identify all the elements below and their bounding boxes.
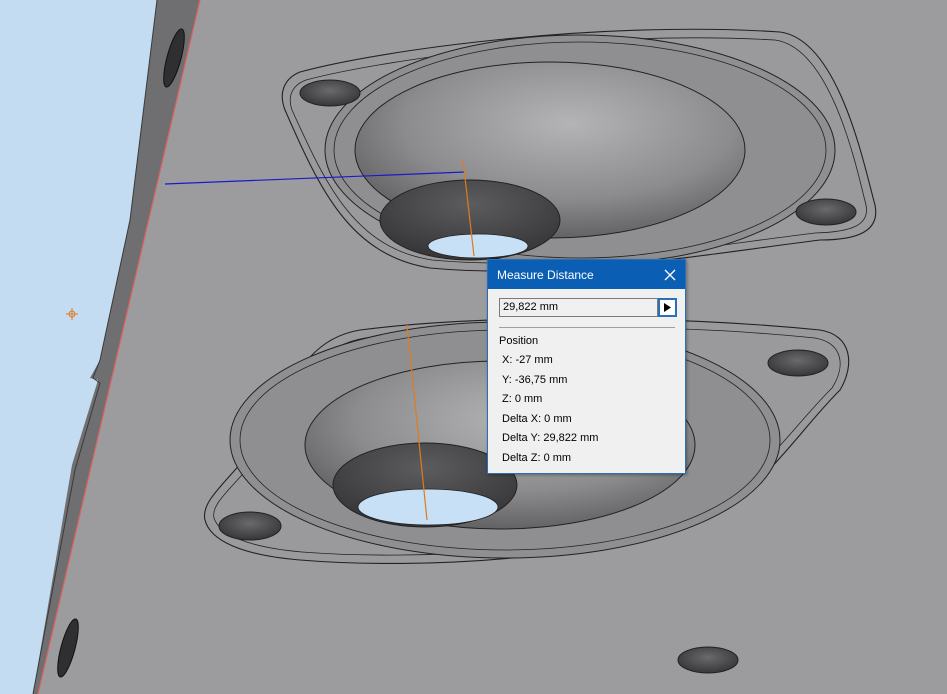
position-x: X: -27 mm (502, 354, 553, 366)
position-y: Y: -36,75 mm (502, 373, 568, 386)
close-icon (664, 269, 676, 280)
face-hole-bottom (677, 646, 739, 674)
model-canvas[interactable] (0, 0, 947, 694)
position-z: Z: 0 mm (502, 393, 543, 406)
position-section-label: Position (499, 335, 539, 347)
delta-z: Delta Z: 0 mm (502, 451, 572, 464)
delta-y: Delta Y: 29,822 mm (502, 432, 599, 445)
play-arrow-icon (664, 303, 671, 312)
close-button[interactable] (655, 260, 685, 289)
position-rows: X: -27 mm Y: -36,75 mm Z: 0 mm Delta X: … (502, 353, 598, 471)
dialog-separator (499, 327, 675, 328)
distance-value-field[interactable]: 29,822 mm (499, 298, 658, 317)
measure-distance-dialog[interactable]: Measure Distance 29,822 mm Position X: -… (487, 259, 686, 474)
dialog-title: Measure Distance (497, 267, 594, 282)
delta-x: Delta X: 0 mm (502, 412, 572, 425)
cad-viewport[interactable] (0, 0, 947, 694)
upper-flange (281, 28, 877, 272)
distance-value-row: 29,822 mm (499, 298, 677, 317)
distance-menu-button[interactable] (658, 298, 677, 317)
dialog-titlebar[interactable]: Measure Distance (488, 260, 685, 289)
